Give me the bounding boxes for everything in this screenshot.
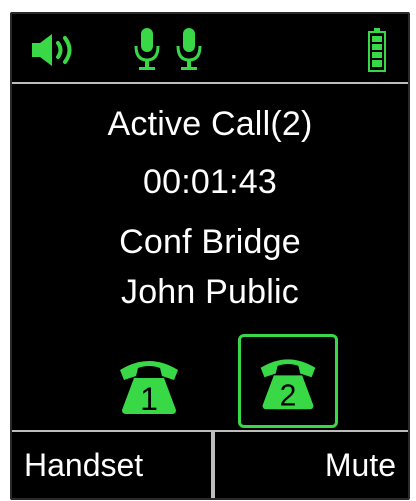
speaker-volume-icon bbox=[32, 34, 72, 66]
status-bar bbox=[12, 14, 408, 84]
caller-line-2: John Public bbox=[121, 273, 299, 311]
call-state: Active Call(2) bbox=[107, 105, 313, 143]
phone-handset-icon: 2 bbox=[260, 359, 316, 412]
caller-line-1: Conf Bridge bbox=[119, 223, 301, 261]
phone-screen: Active Call(2) 00:01:43 Conf Bridge John… bbox=[10, 12, 410, 500]
battery-full-icon bbox=[368, 28, 386, 72]
phone-handset-icon: 1 bbox=[120, 361, 178, 417]
microphone-icon bbox=[176, 28, 202, 70]
line-2-button[interactable]: 2 bbox=[238, 334, 338, 428]
line-1-number: 1 bbox=[140, 381, 158, 416]
handset-softkey[interactable]: Handset bbox=[12, 432, 210, 498]
line-2-number: 2 bbox=[280, 380, 297, 412]
call-info-panel: Active Call(2) 00:01:43 Conf Bridge John… bbox=[12, 84, 408, 432]
microphone-icon bbox=[134, 28, 160, 70]
softkey-bar: Handset Mute bbox=[12, 430, 408, 498]
line-1-button[interactable]: 1 bbox=[114, 352, 184, 417]
call-duration: 00:01:43 bbox=[143, 163, 277, 201]
mute-softkey[interactable]: Mute bbox=[212, 432, 408, 498]
